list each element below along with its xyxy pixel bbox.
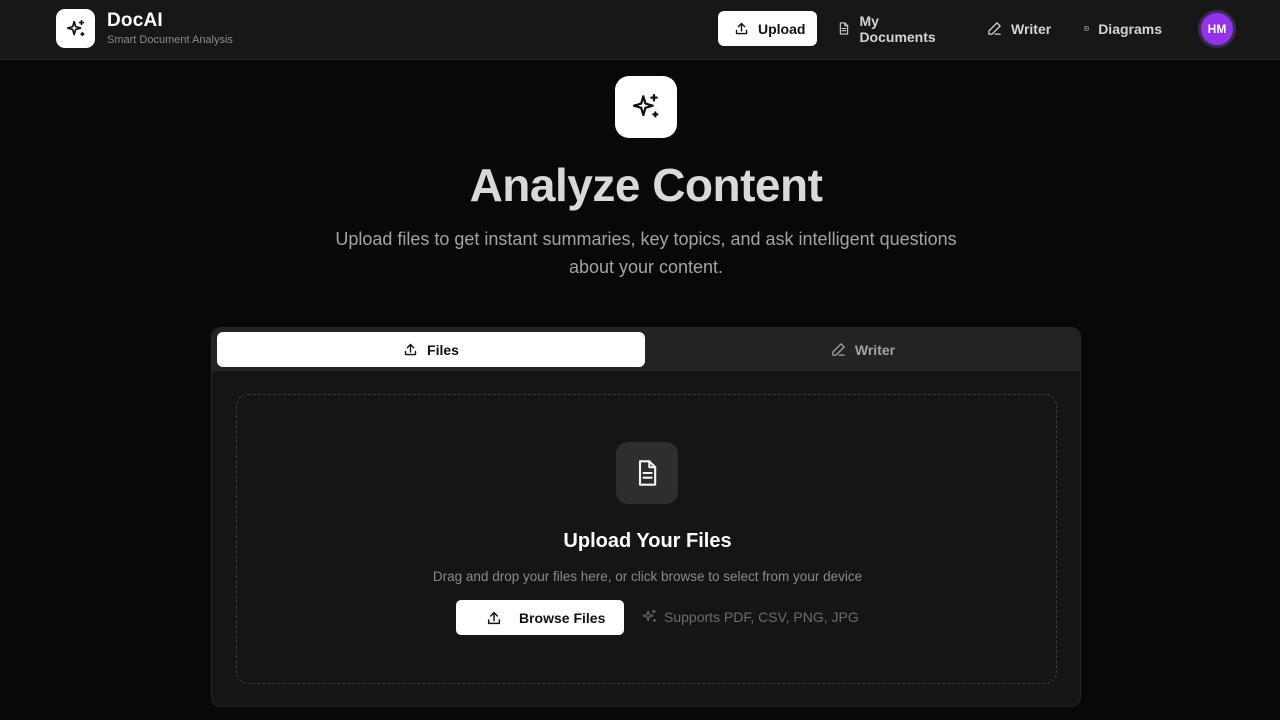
nav-writer-button[interactable]: Writer [970, 11, 1067, 46]
mode-tabs: Files Writer [212, 328, 1080, 371]
upload-icon [735, 22, 748, 35]
hero-logo [615, 76, 677, 138]
brand-text: DocAI Smart Document Analysis [107, 10, 233, 47]
dropzone-title: Upload Your Files [563, 530, 732, 552]
file-dropzone[interactable]: Upload Your Files Drag and drop your fil… [236, 394, 1057, 684]
tab-writer-label: Writer [854, 341, 896, 358]
pencil-icon [832, 343, 845, 356]
page-subtitle: Upload files to get instant summaries, k… [335, 229, 957, 277]
tab-writer[interactable]: Writer [649, 332, 1077, 367]
file-icon-box [616, 442, 678, 504]
top-bar: DocAI Smart Document Analysis Upload My … [0, 0, 1280, 60]
supported-formats: Supports PDF, CSV, PNG, JPG [641, 608, 859, 625]
document-icon [839, 22, 849, 35]
browse-files-label: Browse Files [519, 609, 606, 626]
upload-icon [404, 343, 417, 356]
main-nav: Upload My Documents Writer Diagrams [718, 11, 1177, 46]
browse-files-button[interactable]: Browse Files [456, 600, 624, 635]
tab-files-label: Files [427, 341, 459, 358]
sparkles-icon [642, 609, 657, 623]
supported-formats-label: Supports PDF, CSV, PNG, JPG [664, 608, 859, 625]
upload-panel: Files Writer Upload Your Files Drag and … [211, 327, 1081, 707]
brand[interactable]: DocAI Smart Document Analysis [56, 9, 233, 48]
brand-tagline: Smart Document Analysis [107, 34, 233, 46]
nav-diagrams-label: Diagrams [1098, 20, 1162, 37]
page-title: Analyze Content [469, 159, 823, 211]
nav-writer-label: Writer [1011, 20, 1052, 37]
nav-upload-label: Upload [758, 20, 806, 37]
document-icon [638, 460, 657, 486]
dropzone-subtitle: Drag and drop your files here, or click … [432, 569, 863, 584]
nav-diagrams-button[interactable]: Diagrams [1067, 11, 1177, 46]
user-avatar[interactable]: HM [1198, 10, 1236, 48]
tab-files[interactable]: Files [217, 332, 645, 367]
image-icon [1084, 26, 1089, 31]
sparkles-icon [632, 93, 659, 118]
brand-logo [56, 9, 95, 48]
brand-name: DocAI [107, 10, 163, 31]
nav-my-documents-button[interactable]: My Documents [820, 11, 970, 46]
nav-my-documents-label: My Documents [859, 12, 936, 45]
sparkles-icon [66, 19, 85, 36]
pencil-icon [988, 22, 1001, 35]
upload-icon [487, 611, 501, 624]
nav-upload-button[interactable]: Upload [718, 11, 817, 46]
